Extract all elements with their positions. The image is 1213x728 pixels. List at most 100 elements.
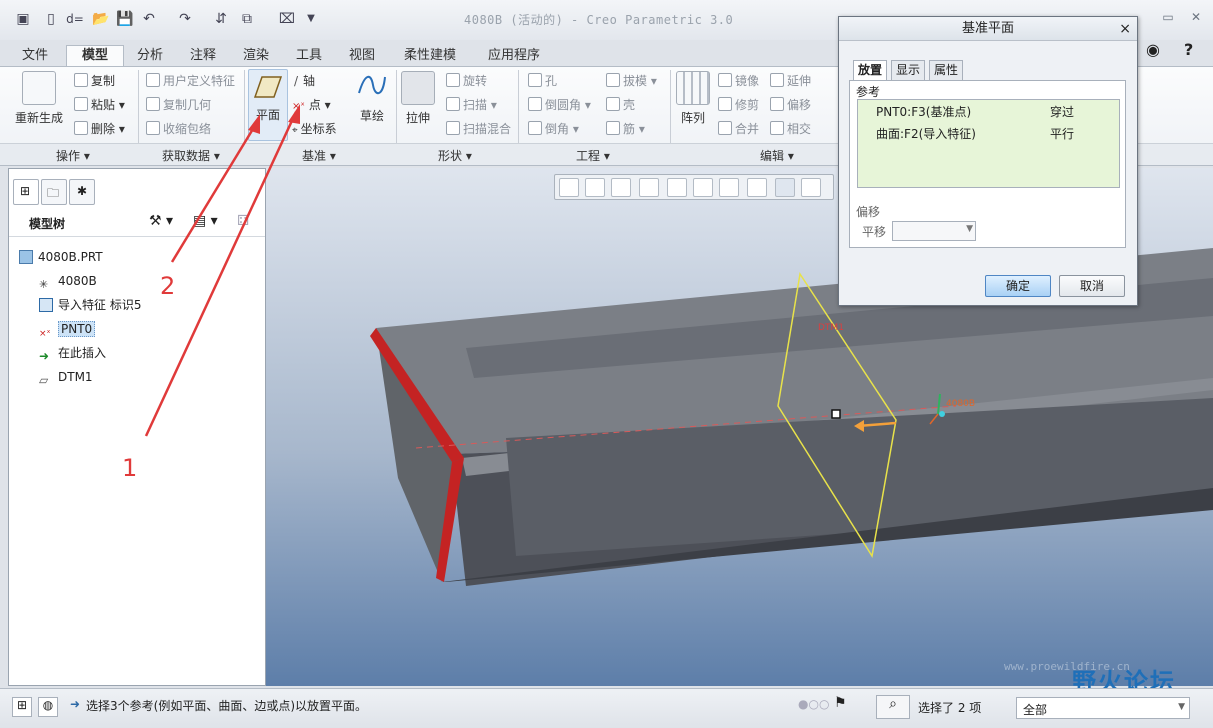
- window-close-icon[interactable]: ✕: [1186, 10, 1206, 26]
- find-icon[interactable]: ⌕: [876, 695, 910, 719]
- shell-button[interactable]: 壳: [606, 95, 635, 115]
- chamfer-button[interactable]: 倒角 ▾: [528, 119, 579, 139]
- draft-label: 拔模: [623, 74, 648, 88]
- open-folder-icon[interactable]: 📂: [92, 10, 110, 28]
- save-icon[interactable]: 💾: [116, 10, 134, 28]
- browser-toggle-icon[interactable]: ◍: [38, 697, 58, 717]
- extend-button[interactable]: 延伸: [770, 71, 811, 91]
- tab-file[interactable]: 文件: [8, 45, 62, 66]
- tab-display[interactable]: 显示: [891, 60, 926, 80]
- pattern-button[interactable]: 阵列: [676, 71, 710, 126]
- point-icon: ×ˣ: [292, 101, 305, 112]
- tab-favorites[interactable]: ✱: [69, 179, 95, 205]
- reference-row[interactable]: 曲面:F2(导入特征) 平行: [876, 124, 1116, 144]
- tab-view[interactable]: 视图: [340, 45, 384, 66]
- hole-icon: [528, 73, 542, 87]
- tab-folder-browser[interactable]: 🗀: [41, 179, 67, 205]
- axis-button[interactable]: / 轴: [294, 71, 315, 91]
- tree-toggle-icon[interactable]: ⊞: [12, 697, 32, 717]
- app-icon[interactable]: ▣: [14, 10, 32, 28]
- chevron-down-icon[interactable]: ▼: [966, 224, 973, 234]
- paste-button[interactable]: 粘贴 ▾: [74, 95, 125, 115]
- mirror-button[interactable]: 镜像: [718, 71, 759, 91]
- copy-button[interactable]: 复制: [74, 71, 115, 91]
- ok-button[interactable]: 确定: [985, 275, 1051, 297]
- offset-button[interactable]: 偏移: [770, 95, 811, 115]
- udf-button[interactable]: 用户定义特征: [146, 71, 235, 91]
- tree-settings-icon[interactable]: ⚒ ▾: [149, 213, 173, 229]
- tree-columns-icon[interactable]: ▤ ▾: [193, 213, 218, 229]
- tab-flexible-modeling[interactable]: 柔性建模: [392, 45, 468, 66]
- undo-icon[interactable]: ↶: [140, 10, 158, 28]
- community-icon[interactable]: ◉: [1146, 40, 1160, 59]
- swept-blend-button[interactable]: 扫描混合: [446, 119, 511, 139]
- tab-model[interactable]: 模型: [66, 45, 124, 66]
- paste-icon: [74, 97, 88, 111]
- windows-icon[interactable]: ⧉: [238, 10, 256, 28]
- close-window-icon[interactable]: ⌧: [278, 10, 296, 28]
- tab-render[interactable]: 渲染: [234, 45, 278, 66]
- help-icon[interactable]: ?: [1184, 40, 1193, 59]
- group-datum[interactable]: 基准 ▾: [302, 147, 336, 164]
- tree-item-insert-here[interactable]: ➜ 在此插入: [39, 343, 106, 363]
- reference-constraint[interactable]: 平行: [1050, 124, 1074, 144]
- tab-placement[interactable]: 放置: [853, 60, 888, 81]
- sketch-button[interactable]: 草绘: [354, 71, 390, 124]
- tab-analysis[interactable]: 分析: [128, 45, 172, 66]
- translate-input[interactable]: ▼: [892, 221, 976, 241]
- relations-icon[interactable]: d=: [66, 10, 84, 28]
- regenerate-icon[interactable]: ⇵: [212, 10, 230, 28]
- copy-geom-button[interactable]: 复制几何: [146, 95, 211, 115]
- tree-item-csys[interactable]: ✳ 4080B: [39, 271, 97, 291]
- tab-model-tree[interactable]: ⊞: [13, 179, 39, 205]
- rib-button[interactable]: 筋 ▾: [606, 119, 645, 139]
- regenerate-button[interactable]: 重新生成: [12, 71, 66, 126]
- sweep-button[interactable]: 扫描 ▾: [446, 95, 497, 115]
- datum-plane-icon: ▱: [39, 373, 49, 387]
- point-button[interactable]: ×ˣ 点 ▾: [292, 95, 331, 115]
- group-shapes[interactable]: 形状 ▾: [438, 147, 472, 164]
- tree-item-import[interactable]: 导入特征 标识5: [39, 295, 141, 315]
- reference-constraint[interactable]: 穿过: [1050, 102, 1074, 122]
- revolve-button[interactable]: 旋转: [446, 71, 487, 91]
- tab-annotate[interactable]: 注释: [180, 45, 226, 66]
- tree-item-point[interactable]: ×ˣ PNT0: [39, 319, 96, 339]
- tab-tools[interactable]: 工具: [286, 45, 332, 66]
- plane-button[interactable]: 平面: [248, 69, 288, 141]
- tree-item-part[interactable]: 4080B.PRT: [19, 247, 103, 267]
- filter-select[interactable]: 全部 ▼: [1016, 697, 1190, 719]
- tree-item-datum-plane[interactable]: ▱ DTM1: [39, 367, 93, 387]
- extrude-button[interactable]: 拉伸: [400, 71, 436, 126]
- tree-filter-icon[interactable]: ⚃: [237, 213, 249, 229]
- intersect-icon: [770, 121, 784, 135]
- csys-icon: ⌖: [292, 125, 298, 136]
- csys-button[interactable]: ⌖ 坐标系: [292, 119, 337, 139]
- tab-applications[interactable]: 应用程序: [476, 45, 552, 66]
- chevron-down-icon[interactable]: ▼: [1178, 702, 1185, 712]
- group-get-data[interactable]: 获取数据 ▾: [162, 147, 220, 164]
- cancel-button[interactable]: 取消: [1059, 275, 1125, 297]
- tab-properties[interactable]: 属性: [929, 60, 964, 80]
- new-file-icon[interactable]: ▯: [42, 10, 60, 28]
- round-button[interactable]: 倒圆角 ▾: [528, 95, 591, 115]
- merge-button[interactable]: 合并: [718, 119, 759, 139]
- shrinkwrap-button[interactable]: 收缩包络: [146, 119, 211, 139]
- quick-access-menu-icon[interactable]: ▼: [302, 10, 320, 28]
- group-operations[interactable]: 操作 ▾: [56, 147, 90, 164]
- reference-row[interactable]: PNT0:F3(基准点) 穿过: [876, 102, 1116, 122]
- hole-button[interactable]: 孔: [528, 71, 557, 91]
- model-tree-panel: ⊞ 🗀 ✱ 模型树 ⚒ ▾ ▤ ▾ ⚃ 4080B.PRT ✳ 4080B 导入特…: [8, 168, 266, 686]
- trim-label: 修剪: [735, 98, 760, 112]
- draft-button[interactable]: 拔模 ▾: [606, 71, 657, 91]
- group-editing[interactable]: 编辑 ▾: [760, 147, 794, 164]
- references-list[interactable]: PNT0:F3(基准点) 穿过 曲面:F2(导入特征) 平行: [857, 99, 1120, 188]
- group-engineering[interactable]: 工程 ▾: [576, 147, 610, 164]
- delete-button[interactable]: 删除 ▾: [74, 119, 125, 139]
- dialog-close-icon[interactable]: ×: [1119, 17, 1131, 41]
- redo-icon[interactable]: ↷: [176, 10, 194, 28]
- trim-button[interactable]: 修剪: [718, 95, 759, 115]
- intersect-button[interactable]: 相交: [770, 119, 811, 139]
- restore-icon[interactable]: ▭: [1158, 10, 1178, 26]
- reference-name: 曲面:F2(导入特征): [876, 127, 976, 141]
- flag-icon[interactable]: ⚑: [834, 695, 847, 711]
